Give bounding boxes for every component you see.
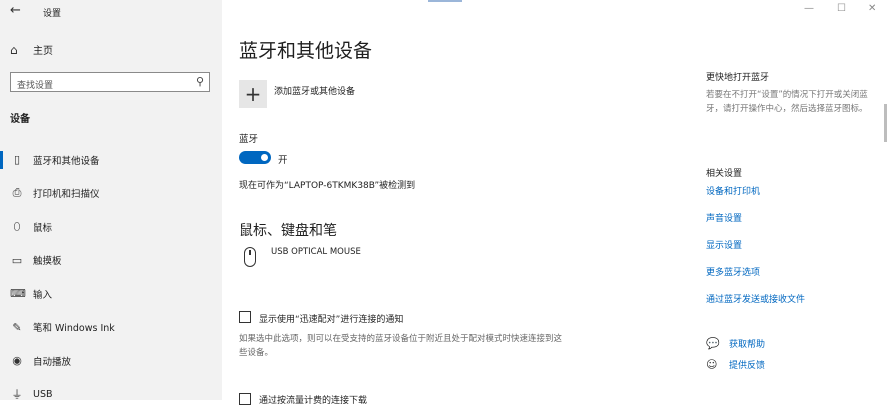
section-label: 设备 [10,110,30,125]
bluetooth-toggle[interactable] [239,151,271,164]
autoplay-icon: ◉ [10,354,24,367]
add-device-label[interactable]: 添加蓝牙或其他设备 [274,84,355,97]
keyboard-icon: ⌨ [10,287,24,300]
sidebar-item-bluetooth[interactable]: ▯ 蓝牙和其他设备 [0,143,222,177]
mouse-icon: ⬯ [10,220,24,234]
sidebar-item-autoplay[interactable]: ◉ 自动播放 [0,344,222,378]
sidebar-item-label: 触摸板 [33,253,62,267]
printer-icon: ⎙ [10,186,24,200]
home-label: 主页 [33,42,53,57]
mouse-section-title: 鼠标、键盘和笔 [239,220,337,240]
sidebar-item-label: USB [33,389,53,400]
discoverable-text: 现在可作为“LAPTOP-6TKMK38B”被检测到 [239,178,415,191]
home-icon: ⌂ [10,43,22,57]
toggle-knob [261,154,268,161]
bluetooth-state: 开 [278,152,288,166]
link-display-settings[interactable]: 显示设置 [706,238,742,251]
mouse-device-icon [244,247,256,267]
feedback-link[interactable]: ☺ 提供反馈 [706,358,765,371]
add-device-button[interactable]: + [239,80,267,108]
swift-pair-label[interactable]: 显示使用“迅速配对”进行连接的通知 [259,312,403,325]
get-help-link[interactable]: 💬 获取帮助 [706,337,765,350]
sidebar-item-usb[interactable]: ⏚ USB [0,378,222,411]
sidebar-item-label: 鼠标 [33,220,52,234]
related-settings-title: 相关设置 [706,166,742,179]
feedback-label: 提供反馈 [729,358,765,371]
sidebar-item-typing[interactable]: ⌨ 输入 [0,277,222,311]
home-nav-item[interactable]: ⌂ 主页 [10,42,53,57]
get-help-label: 获取帮助 [729,337,765,350]
bluetooth-devices-icon: ▯ [10,153,24,166]
maximize-icon[interactable]: ☐ [837,3,846,14]
bluetooth-label: 蓝牙 [239,131,258,145]
search-input[interactable] [11,77,187,95]
search-box[interactable]: ⚲ [10,72,210,92]
plus-icon: + [245,82,262,106]
sidebar-item-label: 输入 [33,287,52,301]
link-send-receive-files[interactable]: 通过蓝牙发送或接收文件 [706,292,805,305]
sidebar: ← 设置 ⌂ 主页 ⚲ 设备 ▯ 蓝牙和其他设备 ⎙ 打印机和扫描仪 ⬯ 鼠标 … [0,0,222,400]
sidebar-item-mouse[interactable]: ⬯ 鼠标 [0,210,222,244]
swift-pair-checkbox[interactable] [239,311,251,323]
touchpad-icon: ▭ [10,254,24,267]
swift-pair-description: 如果选中此选项，则可以在受支持的蓝牙设备位于附近且处于配对模式时快速连接到这些设… [239,332,569,360]
device-item[interactable]: USB OPTICAL MOUSE [271,247,361,257]
sidebar-item-label: 自动播放 [33,354,71,368]
titlebar-left: ← 设置 [0,0,222,24]
sidebar-item-label: 蓝牙和其他设备 [33,153,100,167]
link-sound-settings[interactable]: 声音设置 [706,211,742,224]
sidebar-nav: ▯ 蓝牙和其他设备 ⎙ 打印机和扫描仪 ⬯ 鼠标 ▭ 触摸板 ⌨ 输入 ✎ 笔和… [0,143,222,411]
sidebar-item-label: 笔和 Windows Ink [33,320,115,334]
minimize-icon[interactable]: — [804,3,814,14]
feedback-icon: ☺ [706,358,720,371]
search-icon[interactable]: ⚲ [196,75,204,88]
app-title: 设置 [43,6,61,19]
link-devices-printers[interactable]: 设备和打印机 [706,184,760,197]
close-icon[interactable]: ✕ [868,3,876,14]
quick-bluetooth-desc: 若要在不打开“设置”的情况下打开或关闭蓝牙，请打开操作中心，然后选择蓝牙图标。 [706,88,878,116]
quick-bluetooth-title: 更快地打开蓝牙 [706,70,769,83]
main-content: 蓝牙和其他设备 + 添加蓝牙或其他设备 蓝牙 开 现在可作为“LAPTOP-6T… [222,0,890,400]
metered-download-checkbox[interactable] [239,393,251,405]
link-more-bluetooth[interactable]: 更多蓝牙选项 [706,265,760,278]
pen-icon: ✎ [10,321,24,334]
sidebar-item-touchpad[interactable]: ▭ 触摸板 [0,244,222,278]
help-chat-icon: 💬 [706,337,720,350]
back-arrow-icon[interactable]: ← [10,3,21,18]
page-title: 蓝牙和其他设备 [239,36,372,63]
scrollbar-thumb[interactable] [884,104,887,142]
sidebar-item-label: 打印机和扫描仪 [33,186,100,200]
sidebar-item-printers[interactable]: ⎙ 打印机和扫描仪 [0,177,222,211]
title-drag-indicator [428,0,462,2]
sidebar-item-pen[interactable]: ✎ 笔和 Windows Ink [0,311,222,345]
